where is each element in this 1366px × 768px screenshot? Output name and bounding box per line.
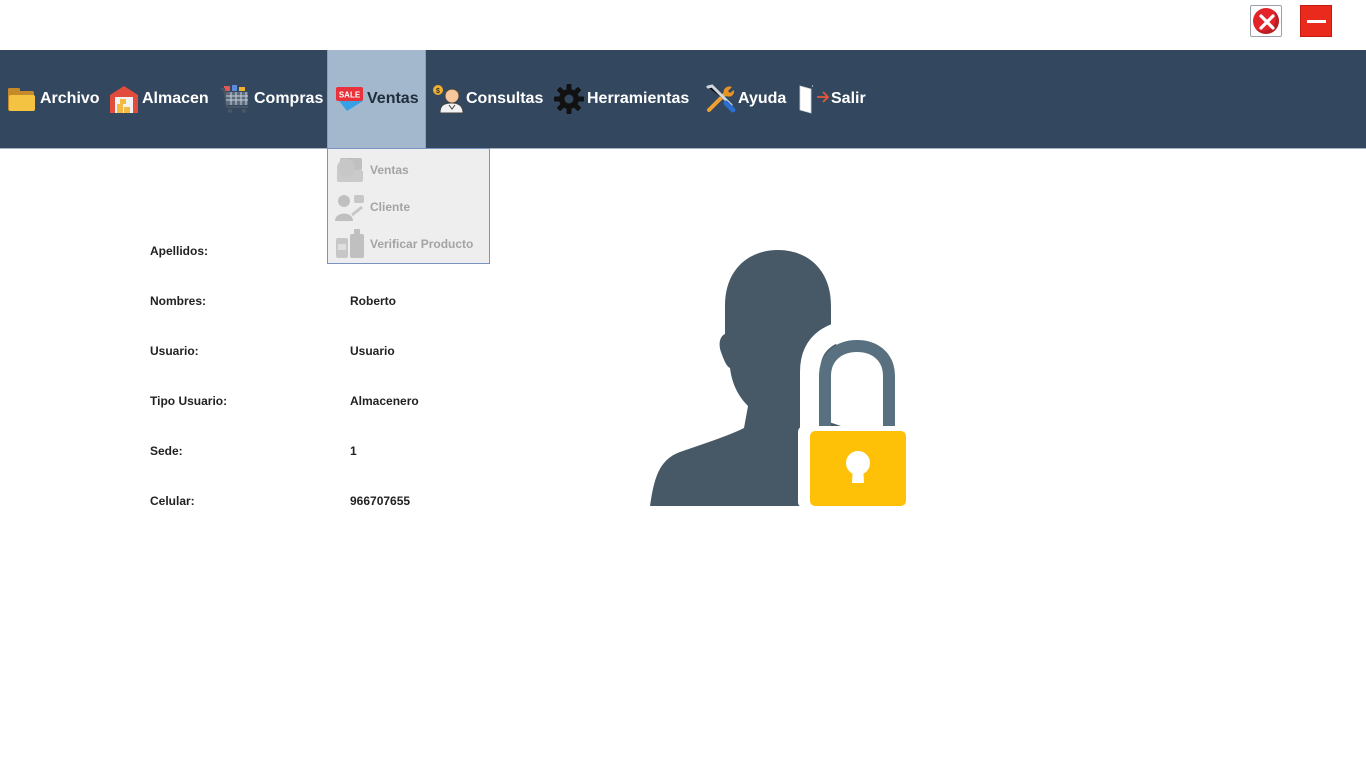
warehouse-icon [110,86,138,113]
consultant-icon: $ [433,85,464,114]
menu-compras[interactable]: Compras [220,50,323,148]
menu-ventas[interactable]: SALE Ventas [327,50,426,148]
menu-ayuda[interactable]: Ayuda [704,50,786,148]
menu-consultas[interactable]: $ Consultas [432,50,543,148]
folder-icon [8,88,35,111]
dropdown-item-ventas[interactable]: Ventas [328,151,489,188]
celular-value: 966707655 [350,494,411,508]
menu-ayuda-label: Ayuda [738,90,787,107]
minimize-icon [1307,20,1326,23]
tipo-usuario-value: Almacenero [350,394,419,408]
menu-almacen-label: Almacen [142,90,209,107]
shopping-cart-icon [221,85,248,114]
menu-herramientas[interactable]: Herramientas [553,50,689,148]
nombres-value: Roberto [350,294,396,308]
apellidos-label: Apellidos: [150,244,209,258]
close-button[interactable] [1250,5,1282,37]
menu-compras-label: Compras [254,90,324,107]
user-lock-icon [650,250,910,508]
gear-icon [554,84,584,114]
menu-bar: Archivo Almacen Compras SALE Ventas $ Co… [0,50,1366,149]
minimize-button[interactable] [1300,5,1332,37]
sede-value: 1 [350,444,357,458]
menu-consultas-label: Consultas [466,90,544,107]
usuario-label: Usuario: [150,344,199,358]
svg-text:$: $ [436,88,440,95]
dropdown-item-verificar-producto[interactable]: Verificar Producto [328,225,489,262]
exit-door-icon [799,85,829,114]
close-x-icon [1259,14,1275,30]
dropdown-item-cliente-label: Cliente [370,199,411,214]
client-icon [335,194,364,221]
menu-salir-label: Salir [831,90,866,107]
cash-register-icon [337,157,363,182]
dropdown-item-ventas-label: Ventas [370,162,409,177]
sale-tag-icon: SALE [336,87,363,111]
menu-almacen[interactable]: Almacen [108,50,209,148]
usuario-value: Usuario [350,344,395,358]
svg-text:SALE: SALE [339,91,361,100]
tipo-usuario-label: Tipo Usuario: [150,394,228,408]
dropdown-item-verificar-producto-label: Verificar Producto [370,236,474,251]
menu-ventas-label: Ventas [367,90,419,107]
menu-archivo[interactable]: Archivo [6,50,100,148]
menu-salir[interactable]: Salir [797,50,866,148]
tools-icon [706,84,736,113]
menu-herramientas-label: Herramientas [587,90,690,107]
app-window: Archivo Almacen Compras SALE Ventas $ Co… [0,0,1366,768]
sede-label: Sede: [150,444,183,458]
menu-archivo-label: Archivo [40,90,100,107]
nombres-label: Nombres: [150,294,207,308]
product-icon [336,228,364,258]
ventas-dropdown-menu: Ventas Cliente Verificar Producto [327,148,490,264]
dropdown-item-cliente[interactable]: Cliente [328,188,489,225]
celular-label: Celular: [150,494,195,508]
